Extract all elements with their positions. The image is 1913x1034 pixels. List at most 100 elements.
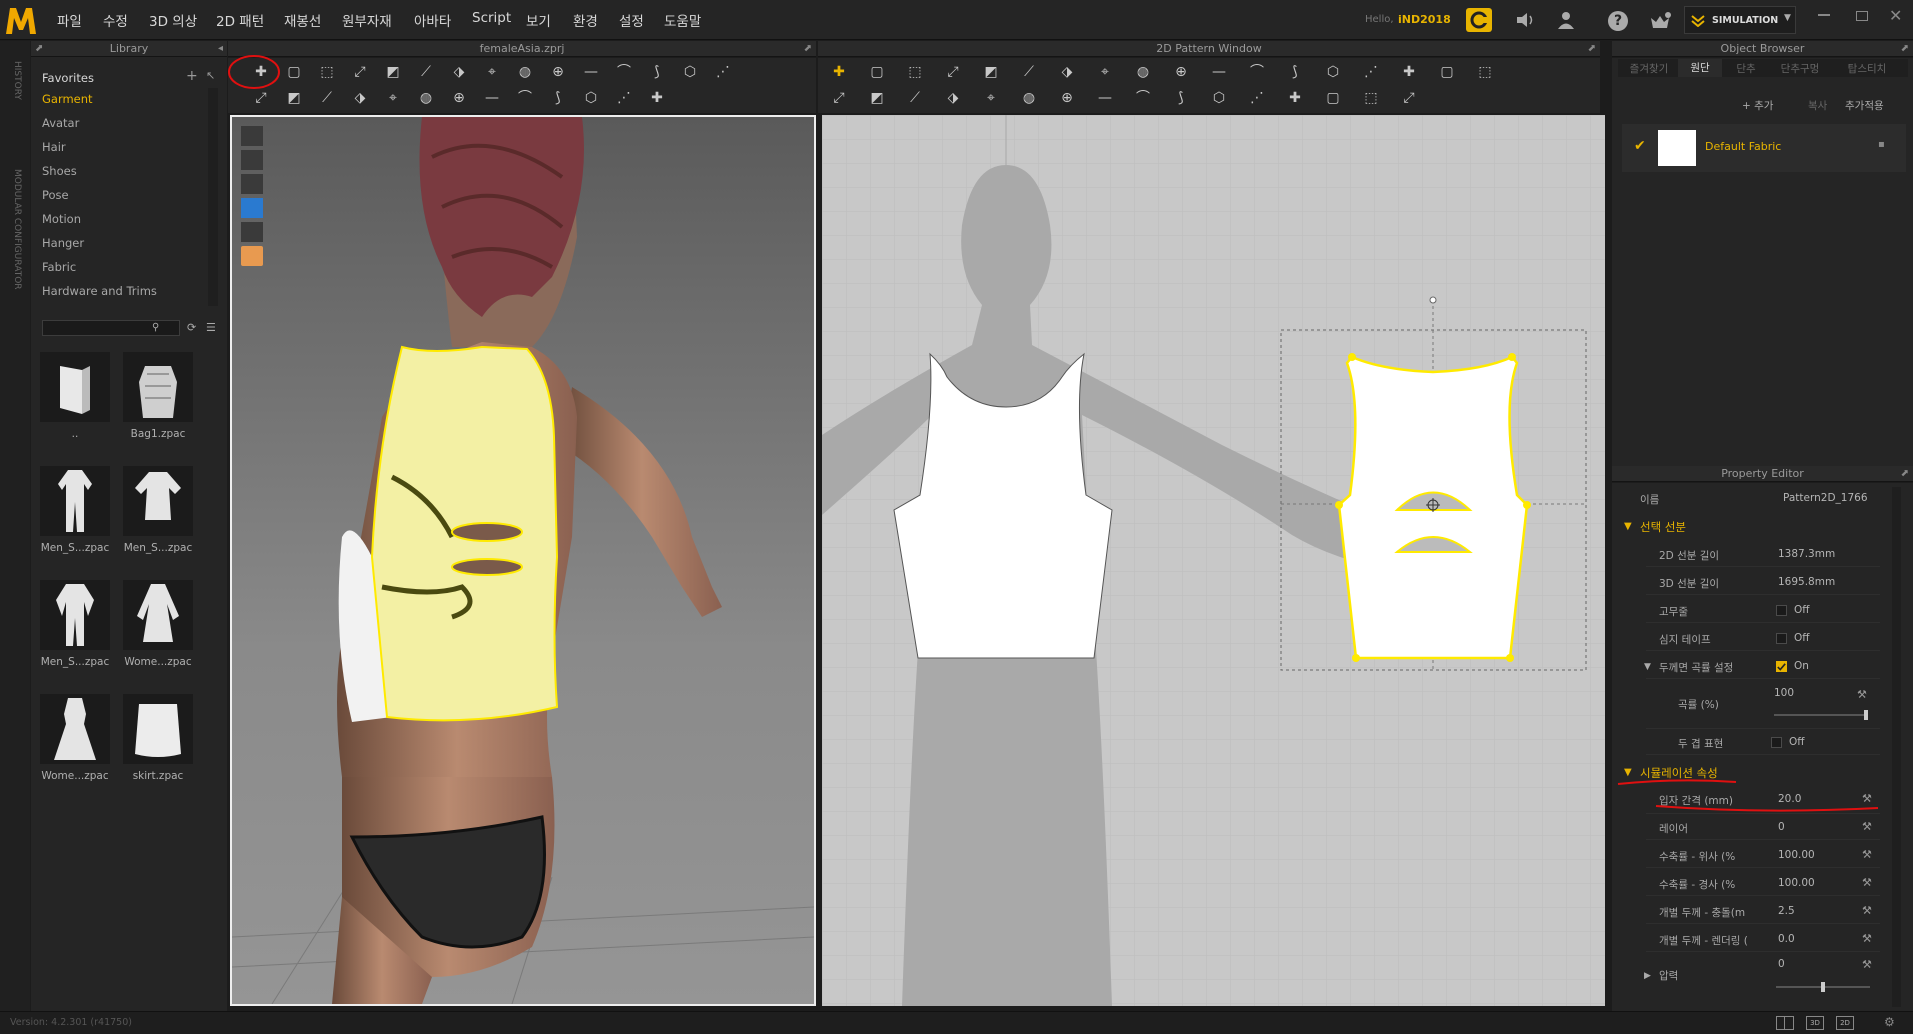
tool2d-icon-1-8[interactable]: ⌒: [1132, 88, 1154, 108]
wrench-icon[interactable]: ⚒: [1862, 958, 1872, 971]
library-item-motion[interactable]: Motion: [42, 212, 81, 226]
wrench-icon[interactable]: ⚒: [1862, 932, 1872, 945]
tool2d-icon-1-14[interactable]: ⬚: [1360, 88, 1382, 108]
tool3d-icon-0-8[interactable]: ◍: [514, 62, 536, 82]
username[interactable]: iND2018: [1398, 13, 1451, 26]
prop-pressure-value[interactable]: 0: [1778, 958, 1785, 970]
curvature-checkbox[interactable]: [1776, 661, 1787, 672]
tool3d-icon-1-1[interactable]: ◩: [283, 88, 305, 108]
library-item-garment[interactable]: Garment: [42, 92, 93, 106]
tool2d-icon-0-3[interactable]: ⤢: [942, 62, 964, 82]
prop-shrink-weft-value[interactable]: 100.00: [1778, 849, 1815, 861]
curvature-slider[interactable]: [1774, 714, 1868, 716]
tile-women-dress-2[interactable]: [40, 694, 110, 764]
add-apply-button[interactable]: 추가적용: [1845, 98, 1884, 113]
tile-men-suit-1[interactable]: [40, 466, 110, 536]
wrench-icon[interactable]: ⚒: [1862, 848, 1872, 861]
avatar-display-icon[interactable]: [241, 174, 263, 194]
history-tab[interactable]: HISTORY: [8, 61, 22, 151]
tool3d-icon-0-1[interactable]: ▢: [283, 62, 305, 82]
app-logo-icon[interactable]: [4, 4, 38, 36]
expand-icon[interactable]: ▼: [1624, 521, 1632, 532]
menu-avatar[interactable]: 아바타: [414, 10, 451, 30]
tool2d-icon-0-12[interactable]: ⟆: [1284, 62, 1306, 82]
view-3d-icon[interactable]: 3D: [1806, 1016, 1824, 1030]
library-scrollbar[interactable]: [208, 88, 218, 306]
tool2d-icon-0-8[interactable]: ◍: [1132, 62, 1154, 82]
tile-skirt[interactable]: [123, 694, 193, 764]
tile-men-suit-2[interactable]: [123, 466, 193, 536]
restore-icon[interactable]: [1856, 11, 1868, 21]
back-arrow-icon[interactable]: ↖: [206, 69, 215, 82]
menu-edit[interactable]: 수정: [103, 10, 128, 30]
double-layer-checkbox[interactable]: [1771, 737, 1782, 748]
library-item-fabric[interactable]: Fabric: [42, 260, 76, 274]
fabric-menu-icon[interactable]: ▪: [1878, 139, 1885, 150]
tool2d-icon-0-9[interactable]: ⊕: [1170, 62, 1192, 82]
prop-thickness-render-value[interactable]: 0.0: [1778, 933, 1795, 945]
panel-undock-icon[interactable]: ⬈: [35, 41, 43, 57]
tile-men-suit-3[interactable]: [40, 580, 110, 650]
menu-sewing[interactable]: 재봉선: [284, 10, 321, 30]
prop-thickness-collision-value[interactable]: 2.5: [1778, 905, 1795, 917]
skin-display-icon[interactable]: [241, 246, 263, 266]
split-view-icon[interactable]: [1776, 1016, 1794, 1030]
elastic-checkbox[interactable]: [1776, 605, 1787, 616]
menu-file[interactable]: 파일: [57, 10, 82, 30]
mode-dropdown[interactable]: SIMULATION ▼: [1684, 6, 1796, 34]
tool2d-icon-0-5[interactable]: ⟋: [1018, 62, 1040, 82]
tool2d-icon-1-15[interactable]: ⤢: [1398, 88, 1420, 108]
tool3d-icon-1-12[interactable]: ✚: [646, 88, 668, 108]
wrench-icon[interactable]: ⚒: [1857, 688, 1867, 701]
favorites-heading[interactable]: Favorites: [42, 71, 94, 85]
copy-fabric-button[interactable]: 복사: [1808, 98, 1827, 113]
expand-icon[interactable]: ▼: [1644, 662, 1651, 672]
tool2d-icon-0-2[interactable]: ⬚: [904, 62, 926, 82]
add-favorite-icon[interactable]: +: [186, 68, 198, 84]
tile-parent-folder[interactable]: [40, 352, 110, 422]
minimize-icon[interactable]: [1818, 14, 1830, 16]
search-icon[interactable]: ⚲: [152, 322, 159, 333]
section-selected-line[interactable]: 선택 선분: [1640, 519, 1686, 535]
tool3d-icon-1-7[interactable]: —: [481, 88, 503, 108]
menu-settings[interactable]: 설정: [619, 10, 644, 30]
fabric-display-icon[interactable]: [241, 198, 263, 218]
menu-help[interactable]: 도움말: [664, 10, 701, 30]
library-item-hardware[interactable]: Hardware and Trims: [42, 284, 157, 298]
collapse-arrow-icon[interactable]: ▶: [1644, 971, 1651, 981]
tool2d-icon-1-2[interactable]: ⟋: [904, 88, 926, 108]
tool3d-icon-0-10[interactable]: —: [580, 62, 602, 82]
texture-display-icon[interactable]: [241, 222, 263, 242]
list-view-icon[interactable]: ☰: [206, 321, 216, 334]
library-item-hanger[interactable]: Hanger: [42, 236, 84, 250]
library-item-avatar[interactable]: Avatar: [42, 116, 79, 130]
tab-favorites[interactable]: 즐겨찾기: [1622, 61, 1676, 76]
curvature-slider-handle[interactable]: [1864, 710, 1868, 720]
collapse-icon[interactable]: ◂: [218, 41, 223, 57]
tool2d-icon-1-5[interactable]: ◍: [1018, 88, 1040, 108]
tool3d-icon-1-6[interactable]: ⊕: [448, 88, 470, 108]
view-2d-icon[interactable]: 2D: [1836, 1016, 1854, 1030]
speaker-icon[interactable]: [1515, 11, 1537, 29]
tab-topstitch[interactable]: 탑스티치: [1832, 61, 1902, 76]
tool3d-icon-0-11[interactable]: ⌒: [613, 62, 635, 82]
tool3d-icon-0-3[interactable]: ⤢: [349, 62, 371, 82]
tool2d-icon-1-3[interactable]: ⬗: [942, 88, 964, 108]
add-fabric-button[interactable]: + 추가: [1742, 98, 1773, 113]
panel-undock-icon[interactable]: ⬈: [1901, 466, 1909, 482]
tape-checkbox[interactable]: [1776, 633, 1787, 644]
tool3d-icon-0-12[interactable]: ⟆: [646, 62, 668, 82]
tool2d-icon-1-7[interactable]: —: [1094, 88, 1116, 108]
panel-undock-icon[interactable]: ⬈: [1588, 41, 1596, 57]
tool2d-icon-0-14[interactable]: ⋰: [1360, 62, 1382, 82]
settings-icon[interactable]: ⚙: [1884, 1015, 1895, 1029]
library-item-shoes[interactable]: Shoes: [42, 164, 77, 178]
tool3d-icon-0-2[interactable]: ⬚: [316, 62, 338, 82]
tool2d-icon-0-7[interactable]: ⌖: [1094, 62, 1116, 82]
prop-curvature-value[interactable]: 100: [1774, 687, 1794, 699]
tool2d-icon-0-1[interactable]: ▢: [866, 62, 888, 82]
viewport-2d[interactable]: [822, 115, 1605, 1006]
wrench-icon[interactable]: ⚒: [1862, 876, 1872, 889]
tool2d-icon-1-10[interactable]: ⬡: [1208, 88, 1230, 108]
tile-bag[interactable]: [123, 352, 193, 422]
